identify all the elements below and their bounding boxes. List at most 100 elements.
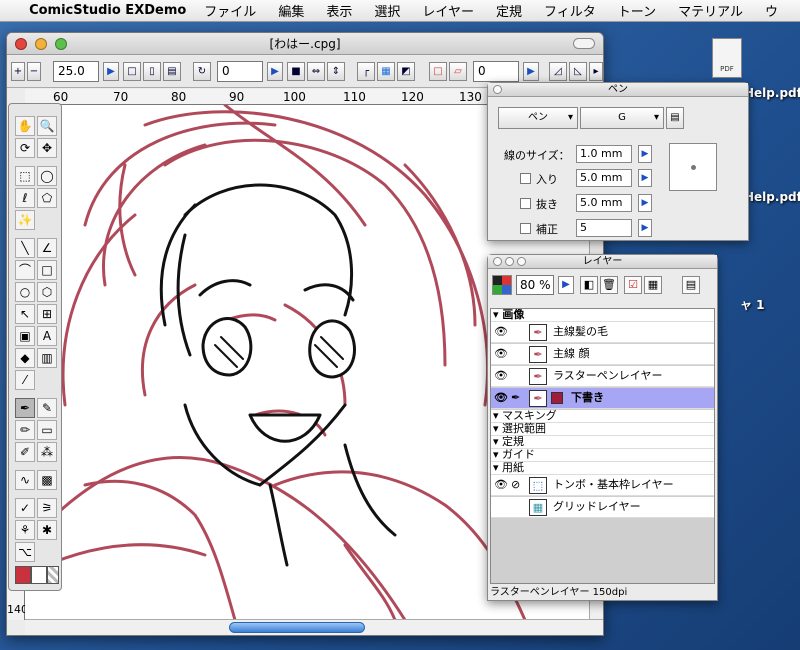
marker-tool-icon[interactable]: ✏: [15, 420, 35, 440]
layer-row[interactable]: 👁 ✒ 主線髪の毛: [491, 322, 714, 343]
menu-material[interactable]: マテリアル: [678, 1, 743, 20]
app-menu[interactable]: ComicStudio EXDemo: [29, 3, 186, 18]
gradient-tool-icon[interactable]: ▥: [37, 348, 57, 368]
pen-size-input[interactable]: 1.0 mm: [576, 145, 632, 163]
fill-tool-icon[interactable]: ◆: [15, 348, 35, 368]
blur-tool-icon[interactable]: ∿: [15, 470, 35, 490]
menu-view[interactable]: 表示: [326, 1, 352, 20]
opacity-arrow-icon[interactable]: ▶: [558, 276, 574, 294]
zoom-in-button[interactable]: +: [11, 62, 25, 81]
polyline-tool-icon[interactable]: ∠: [37, 238, 57, 258]
text-tool-icon[interactable]: A: [37, 326, 57, 346]
special-ruler-icon[interactable]: ◺: [569, 62, 587, 81]
menu-ruler[interactable]: 定規: [496, 1, 522, 20]
close-button[interactable]: [15, 38, 27, 50]
ellipse-tool-icon[interactable]: ○: [15, 282, 35, 302]
frame-tool-icon[interactable]: ⊞: [37, 304, 57, 324]
correction-input[interactable]: 5: [576, 219, 632, 237]
layer-group-guide[interactable]: ▾ ガイド: [491, 449, 714, 462]
rotation-input[interactable]: 0: [217, 61, 263, 82]
pen-size-arrow-icon[interactable]: ▶: [638, 145, 652, 163]
lasso-icon[interactable]: ℓ: [15, 188, 35, 208]
zoom-out-button[interactable]: −: [27, 62, 41, 81]
zoom-button[interactable]: [55, 38, 67, 50]
menu-layer[interactable]: レイヤー: [422, 1, 474, 20]
print-size-icon[interactable]: ▤: [163, 62, 181, 81]
eye-icon[interactable]: 👁: [494, 475, 508, 495]
eye-icon[interactable]: 👁: [494, 366, 508, 386]
eraser-tool-icon[interactable]: ▭: [37, 420, 57, 440]
menu-edit[interactable]: 編集: [278, 1, 304, 20]
reset-rotation-icon[interactable]: ■: [287, 62, 305, 81]
in-arrow-icon[interactable]: ▶: [638, 169, 652, 187]
pen-tool-icon[interactable]: ✒: [15, 398, 35, 418]
zoom-tool-icon[interactable]: 🔍: [37, 116, 57, 136]
rotate-tool-icon[interactable]: ⟳: [15, 138, 35, 158]
polygon-select-icon[interactable]: ⬠: [37, 188, 57, 208]
eyedropper-icon[interactable]: ⁄: [15, 370, 35, 390]
grid-toggle-icon[interactable]: ▦: [377, 62, 395, 81]
palette-minimize-button[interactable]: [505, 257, 514, 266]
new-layer-icon[interactable]: ◧: [580, 276, 598, 294]
more-tools-icon[interactable]: ▸: [589, 62, 603, 81]
flash-line-icon[interactable]: ⌥: [15, 542, 35, 562]
layer-row[interactable]: 👁 ⊘ ⬚ トンボ・基本枠レイヤー: [491, 475, 714, 496]
menu-tone[interactable]: トーン: [618, 1, 656, 20]
layer-row[interactable]: 👁 ✒ ラスターペンレイヤー: [491, 366, 714, 387]
correction-checkbox[interactable]: [520, 223, 531, 234]
tone-tool-icon[interactable]: ▩: [37, 470, 57, 490]
lock-icon[interactable]: ⊘: [511, 475, 520, 495]
move-tool-icon[interactable]: ✥: [37, 138, 57, 158]
zoom-apply-arrow-icon[interactable]: ▶: [103, 62, 119, 81]
pdf-file-icon[interactable]: PDF: [712, 38, 742, 78]
rotation-apply-arrow-icon[interactable]: ▶: [267, 62, 283, 81]
polygon-tool-icon[interactable]: ⬡: [37, 282, 57, 302]
ellipse-select-icon[interactable]: ◯: [37, 166, 57, 186]
rotate-icon[interactable]: ↻: [193, 62, 211, 81]
airbrush-tool-icon[interactable]: ⁂: [37, 442, 57, 462]
layer-group-selection[interactable]: ▾ 選択範囲: [491, 423, 714, 436]
minimize-button[interactable]: [35, 38, 47, 50]
eye-icon[interactable]: 👁: [494, 344, 508, 364]
out-checkbox[interactable]: [520, 198, 531, 209]
layer-settings-icon[interactable]: ▦: [644, 276, 662, 294]
curve-tool-icon[interactable]: ⌒: [15, 260, 35, 280]
zoom-input[interactable]: 25.0: [53, 61, 99, 82]
perspective-icon[interactable]: ◿: [549, 62, 567, 81]
layer-row[interactable]: 👁 ✒ 主線 顔: [491, 344, 714, 365]
object-select-icon[interactable]: ↖: [15, 304, 35, 324]
transparent-swatch[interactable]: [47, 566, 59, 584]
main-color-swatch[interactable]: [15, 566, 31, 584]
line-tool-icon[interactable]: ╲: [15, 238, 35, 258]
layer-row-selected[interactable]: 👁 ✒ ✒ 下書き: [491, 388, 714, 409]
in-checkbox[interactable]: [520, 173, 531, 184]
speed-line-icon[interactable]: ⚘: [15, 520, 35, 540]
palette-close-button[interactable]: [493, 257, 502, 266]
pen-subtype-dropdown[interactable]: G ▾: [580, 107, 664, 129]
eye-icon[interactable]: 👁: [494, 322, 508, 342]
layer-group-image[interactable]: ▾ 画像: [491, 309, 714, 322]
snap-icon[interactable]: □: [429, 62, 447, 81]
menu-select[interactable]: 選択: [374, 1, 400, 20]
horizontal-scrollbar[interactable]: [25, 619, 603, 635]
layer-opacity-input[interactable]: 80 %: [516, 275, 554, 295]
brush-tool-icon[interactable]: ✐: [15, 442, 35, 462]
pencil-tool-icon[interactable]: ✎: [37, 398, 57, 418]
trash-icon[interactable]: 🗑: [600, 276, 618, 294]
angle-input[interactable]: 0: [473, 61, 519, 82]
focus-line-icon[interactable]: ✱: [37, 520, 57, 540]
sub-color-swatch[interactable]: [31, 566, 47, 584]
palette-zoom-button[interactable]: [517, 257, 526, 266]
layer-menu-icon[interactable]: ▤: [682, 276, 700, 294]
fit-width-icon[interactable]: ▯: [143, 62, 161, 81]
menu-file[interactable]: ファイル: [204, 1, 256, 20]
desktop-file-help-pdf-1[interactable]: Help.pdf: [744, 86, 800, 100]
layer-row[interactable]: ▦ グリッドレイヤー: [491, 497, 714, 518]
hand-tool-icon[interactable]: ✋: [15, 116, 35, 136]
menu-filter[interactable]: フィルタ: [544, 1, 596, 20]
flip-horizontal-icon[interactable]: ⇔: [307, 62, 325, 81]
layer-property-icon[interactable]: ☑: [624, 276, 642, 294]
horizontal-scroll-thumb[interactable]: [229, 622, 365, 633]
menu-window[interactable]: ウ: [765, 1, 778, 20]
desktop-file-3[interactable]: ャ 1: [740, 296, 765, 313]
